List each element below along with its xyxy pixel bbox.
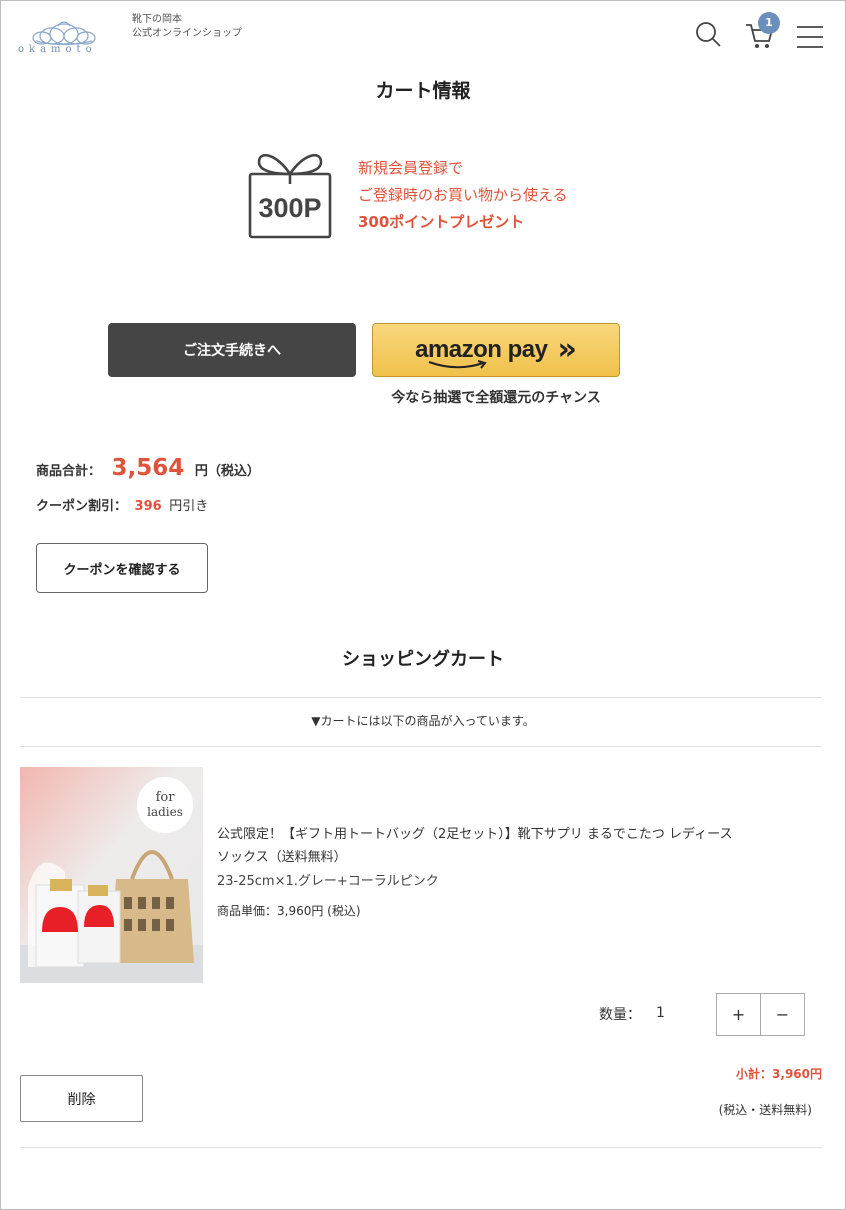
site-tagline: 靴下の岡本 公式オンラインショップ: [132, 13, 242, 41]
quantity-label: 数量：: [599, 1007, 641, 1023]
cart-count-badge: 1: [758, 12, 780, 34]
quantity-stepper: + −: [716, 993, 805, 1036]
coupon-row: クーポン割引： 396 円引き: [36, 495, 208, 514]
product-name-line2: ソックス（送料無料）: [217, 850, 347, 865]
total-suffix: 円（税込）: [194, 464, 260, 479]
product-variant: 23-25cm×1.グレー+コーラルピンク: [217, 874, 439, 889]
product-name[interactable]: 公式限定！【ギフト用トートバッグ（2足セット）】靴下サプリ まるでこたつ レディ…: [217, 823, 817, 846]
for-ladies-badge-line1: for: [156, 790, 176, 805]
delete-button[interactable]: 削除: [20, 1075, 143, 1122]
coupon-suffix: 円引き: [169, 499, 209, 514]
divider: [20, 697, 822, 698]
tagline-line2: 公式オンラインショップ: [132, 28, 242, 39]
shopping-cart-title: ショッピングカート: [342, 649, 504, 670]
amazon-pay-note: 今なら抽選で全額還元のチャンス: [391, 390, 601, 406]
divider: [20, 1147, 822, 1148]
promo-line3: 300ポイントプレゼント: [358, 213, 525, 231]
divider: [20, 746, 822, 747]
total-label: 商品合計：: [36, 464, 102, 479]
cart-info-title: カート情報: [375, 80, 471, 102]
coupon-label: クーポン割引：: [36, 499, 128, 514]
menu-icon[interactable]: [796, 24, 824, 50]
double-chevron-icon: »: [557, 332, 577, 367]
promo-badge-text: 300P: [258, 193, 321, 223]
promo-text: 新規会員登録で ご登録時のお買い物から使える 300ポイントプレゼント: [358, 155, 568, 236]
quantity-value: 1: [656, 1005, 665, 1021]
amazon-pay-button[interactable]: amazon pay »: [372, 323, 620, 377]
promo-line2: ご登録時のお買い物から使える: [358, 186, 568, 204]
order-procedure-button[interactable]: ご注文手続きへ: [108, 323, 356, 377]
item-subtotal: 小計：3,960円: [736, 1067, 822, 1081]
search-icon[interactable]: [694, 20, 722, 48]
tax-note: (税込・送料無料): [718, 1103, 812, 1117]
quantity-plus-button[interactable]: +: [717, 994, 760, 1035]
quantity-minus-button[interactable]: −: [760, 994, 804, 1035]
amazon-smile-icon: [428, 360, 487, 369]
cart-note: ▼カートには以下の商品が入っています。: [311, 714, 535, 728]
product-name-line1: 公式限定！【ギフト用トートバッグ（2足セット）】靴下サプリ まるでこたつ レディ…: [217, 827, 733, 842]
gift-points-icon: 300P: [248, 153, 332, 239]
tagline-line1: 靴下の岡本: [132, 14, 182, 25]
logo-text: okamoto: [18, 44, 97, 55]
product-image[interactable]: for ladies: [20, 767, 203, 983]
promo-line1: 新規会員登録で: [358, 159, 464, 177]
product-unit-price: 商品単価：3,960円 (税込): [217, 904, 361, 918]
for-ladies-badge-line2: ladies: [147, 805, 183, 819]
total-value: 3,564: [111, 455, 185, 481]
coupon-value: 396: [134, 499, 162, 514]
total-row: 商品合計： 3,564 円（税込）: [36, 455, 260, 481]
check-coupon-button[interactable]: クーポンを確認する: [36, 543, 208, 593]
